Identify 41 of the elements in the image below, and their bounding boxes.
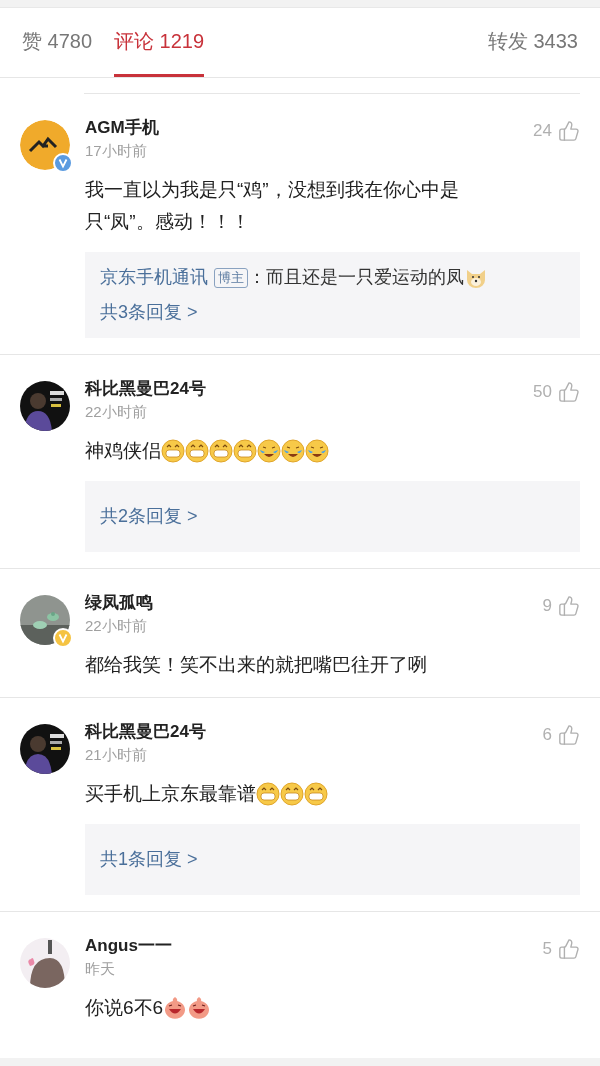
more-replies-link[interactable]: 共2条回复 >: [100, 493, 565, 540]
grinning-face-icon: [161, 439, 185, 463]
tab[interactable]: 赞 4780: [22, 8, 93, 77]
more-replies-link[interactable]: 共3条回复 >: [100, 299, 565, 326]
more-replies-link[interactable]: 共1条回复 >: [100, 836, 565, 883]
author-tag: 博主: [214, 267, 248, 288]
comment-text: 神鸡侠侣: [85, 439, 161, 463]
thumbs-up-icon: [558, 119, 580, 142]
thumbs-up-icon: [558, 937, 580, 960]
grinning-face-icon: [233, 439, 257, 463]
comment-text: 你说6不6: [85, 996, 164, 1020]
user-name[interactable]: 科比黑曼巴24号: [85, 377, 206, 401]
crying-laughing-face-icon: [281, 439, 305, 463]
comment-text: 我一直以为我是只“鸡”，没想到我在你心中是只“凤”。感动！！！: [85, 178, 460, 234]
tab[interactable]: 评论 1219: [114, 8, 205, 77]
comment-text: 都给我笑！笑不出来的就把嘴巴往开了咧: [85, 653, 427, 677]
laughing-creature-icon: [187, 996, 212, 1020]
grinning-face-icon: [304, 782, 328, 806]
crying-laughing-face-icon: [305, 439, 329, 463]
user-name[interactable]: 科比黑曼巴24号: [85, 720, 206, 744]
grinning-face-icon: [280, 782, 304, 806]
user-name[interactable]: 绿凤孤鸣: [85, 591, 153, 615]
grinning-face-icon: [256, 782, 280, 806]
user-name[interactable]: AGM手机: [85, 116, 159, 140]
comment-time: 17小时前: [85, 141, 148, 161]
tab[interactable]: 转发 3433: [487, 8, 578, 77]
reply-author-link[interactable]: 京东手机通讯: [100, 264, 208, 291]
comment-time: 昨天: [85, 959, 116, 979]
comment-time: 21小时前: [85, 745, 148, 765]
comment-time: 22小时前: [85, 616, 148, 636]
comment-text: 买手机上京东最靠谱: [85, 782, 256, 806]
crying-laughing-face-icon: [257, 439, 281, 463]
reply-text: ：而且还是一只爱运动的凤: [248, 266, 464, 289]
laughing-creature-icon: [163, 996, 188, 1020]
comment-time: 22小时前: [85, 402, 148, 422]
thumbs-up-icon: [558, 380, 580, 403]
thumbs-up-icon: [558, 594, 580, 617]
grinning-face-icon: [185, 439, 209, 463]
user-name[interactable]: Angus一一: [85, 934, 172, 958]
thumbs-up-icon: [558, 723, 580, 746]
grinning-face-icon: [209, 439, 233, 463]
